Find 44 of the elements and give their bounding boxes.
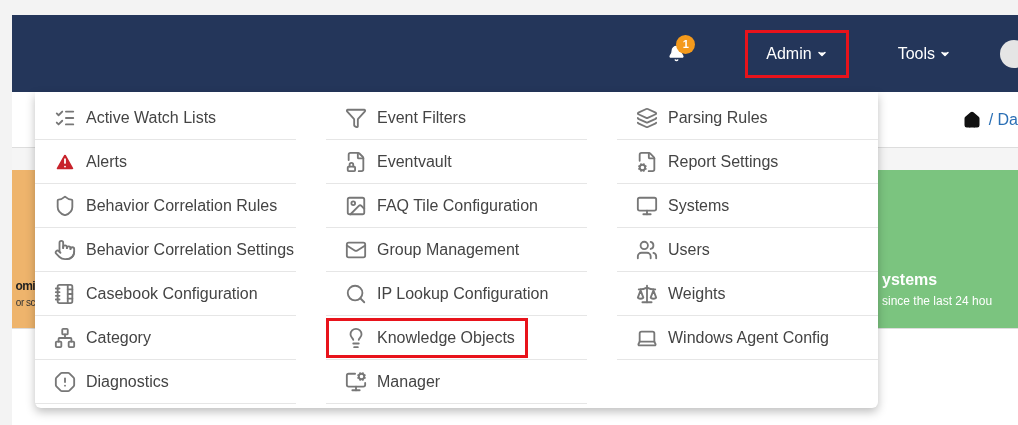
menu-item[interactable]: IP Lookup Configuration (326, 273, 562, 314)
breadcrumb: / Da (988, 109, 1018, 130)
search-icon (345, 282, 367, 305)
nav-menu[interactable]: Tools (876, 29, 972, 78)
notification-badge: 1 (676, 35, 696, 54)
warning-icon (54, 370, 76, 393)
menu-item[interactable]: FAQ Tile Configuration (326, 185, 551, 226)
menu-item[interactable]: Systems (617, 185, 743, 226)
menu-item[interactable]: Category (35, 317, 164, 358)
network-icon (54, 326, 76, 349)
menu-item[interactable]: Behavior Correlation Rules (35, 185, 291, 226)
menu-item[interactable]: Behavior Correlation Settings (35, 229, 308, 270)
menu-item[interactable]: Knowledge Objects (326, 317, 528, 358)
menu-item[interactable]: Parsing Rules (617, 97, 781, 138)
shield-icon (54, 194, 76, 217)
menu-item[interactable]: Active Watch Lists (35, 97, 230, 138)
menu-item[interactable]: Group Management (326, 229, 533, 270)
tile-subtitle: or sc (15, 296, 35, 310)
users-icon (636, 238, 658, 261)
file-gear-icon (636, 150, 658, 173)
scale-icon (636, 282, 658, 305)
menu-item[interactable]: Weights (617, 273, 739, 314)
menu-item[interactable]: Manager (326, 361, 454, 402)
tile-subtitle: since the last 24 hou (882, 293, 993, 310)
filter-icon (345, 106, 367, 129)
home-icon[interactable] (962, 110, 981, 129)
menu-item[interactable]: Eventvault (326, 141, 465, 182)
notebook-icon (54, 282, 76, 305)
menu-item[interactable]: Users (617, 229, 723, 270)
monitor-gear-icon (345, 370, 367, 393)
menu-item[interactable]: Report Settings (617, 141, 792, 182)
menu-item[interactable]: Diagnostics (35, 361, 182, 402)
file-lock-icon (345, 150, 367, 173)
pointer-icon (54, 238, 76, 261)
menu-item[interactable]: Alerts (35, 141, 140, 182)
tile-title: omi (15, 278, 35, 295)
nav-menu[interactable]: Admin (745, 29, 849, 78)
menu-item[interactable]: Event Filters (326, 97, 479, 138)
layers-icon (636, 106, 658, 129)
tile-title: ystems (882, 270, 938, 290)
image-icon (345, 194, 367, 217)
menu-item[interactable]: Windows Agent Config (617, 317, 842, 358)
monitor-icon (636, 194, 658, 217)
menu-item[interactable]: Casebook Configuration (35, 273, 271, 314)
